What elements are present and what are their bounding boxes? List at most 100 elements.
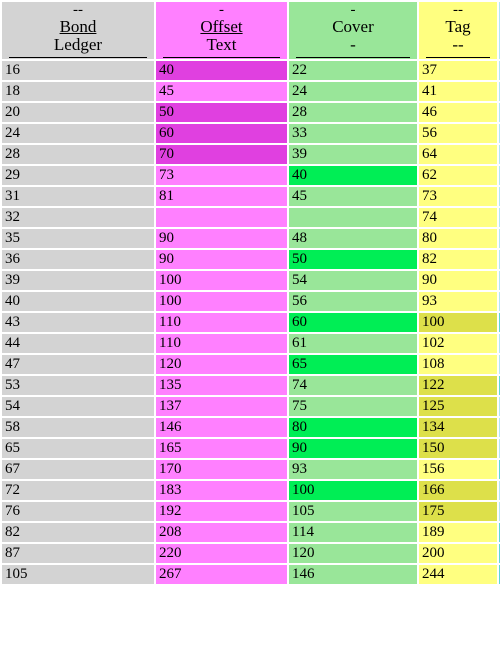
cell-offset: 100 — [156, 292, 287, 311]
cell-tag: 189 — [419, 523, 497, 542]
cell-tag: 200 — [419, 544, 497, 563]
cell-bond: 65 — [2, 439, 154, 458]
cell-offset: 165 — [156, 439, 287, 458]
cell-offset — [156, 208, 287, 227]
cell-cover: 39 — [289, 145, 417, 164]
column-header-subtitle: - — [350, 35, 356, 54]
cell-cover: 105 — [289, 502, 417, 521]
cell-cover: 50 — [289, 250, 417, 269]
cell-cover: 75 — [289, 397, 417, 416]
column-header-name: Cover — [332, 17, 374, 36]
cell-offset: 90 — [156, 229, 287, 248]
column-header-dash-top: -- — [453, 2, 463, 18]
column-header-subtitle: -- — [452, 35, 464, 54]
cell-offset: 146 — [156, 418, 287, 437]
cell-offset: 50 — [156, 103, 287, 122]
cell-tag: 37 — [419, 61, 497, 80]
cell-tag: 100 — [419, 313, 497, 332]
column-header-bond: -- Bond Ledger — [2, 2, 154, 59]
cell-tag: 108 — [419, 355, 497, 374]
cell-tag: 46 — [419, 103, 497, 122]
cell-bond: 18 — [2, 82, 154, 101]
table-row: 20502846423.8.00380.09775.2 gsm — [2, 103, 500, 122]
cell-tag: 122 — [419, 376, 497, 395]
table-row: 28703964585.8.00580.147105.35 gsm — [2, 145, 500, 164]
cell-bond: 105 — [2, 565, 154, 584]
table-row: 7218310016615011.0110.289270.9 gsm — [2, 481, 500, 500]
table-row: 24603356504.8.00480.1290.3 gsm — [2, 124, 500, 143]
table-row: 32 7467 120 gsm — [2, 208, 500, 227]
cell-offset: 110 — [156, 334, 287, 353]
table-row: 29734062606.00600.152109.11 gsm — [2, 166, 500, 185]
cell-bond: 16 — [2, 61, 154, 80]
cell-offset: 192 — [156, 502, 287, 521]
table-row: 391005490817.2.00720.183146.73 gsm — [2, 271, 500, 290]
cell-offset: 137 — [156, 397, 287, 416]
cell-cover: 146 — [289, 565, 417, 584]
table-row: 4712065108978.00780.198176.83 gsm — [2, 355, 500, 374]
cell-bond: 58 — [2, 418, 154, 437]
cell-cover: 114 — [289, 523, 417, 542]
header-row: --BondLedger-OffsetText-Cover---Tag---In… — [2, 2, 500, 59]
cell-bond: 43 — [2, 313, 154, 332]
cell-bond: 44 — [2, 334, 154, 353]
cell-tag: 62 — [419, 166, 497, 185]
table-row: 35904880746.2.00620.157131.68 gsm — [2, 229, 500, 248]
column-header-name: Bond — [59, 17, 97, 36]
table-row: 8722012020018015.0150.38312 gsm — [2, 544, 500, 563]
table-row: 401005693837.3.00730.185150.5 gsm — [2, 292, 500, 311]
table-row: 8220811418917014.0140.356308.52 gsm — [2, 523, 500, 542]
column-header-name: Offset — [200, 17, 243, 36]
cell-bond: 24 — [2, 124, 154, 143]
column-header-dash-top: -- — [73, 2, 83, 18]
cell-cover: 60 — [289, 313, 417, 332]
cell-tag: 74 — [419, 208, 497, 227]
cell-tag: 150 — [419, 439, 497, 458]
cell-cover: 120 — [289, 544, 417, 563]
cell-offset: 70 — [156, 145, 287, 164]
cell-offset: 40 — [156, 61, 287, 80]
cell-offset: 220 — [156, 544, 287, 563]
column-header-tag: -- Tag -- — [419, 2, 497, 59]
cell-bond: 40 — [2, 292, 154, 311]
table-row: 4411061102927.6.00760.193165.55 gsm — [2, 334, 500, 353]
table-row: 18452441373.6.00360.09267.72 gsm — [2, 82, 500, 101]
cell-bond: 39 — [2, 271, 154, 290]
cell-tag: 73 — [419, 187, 497, 206]
cell-offset: 267 — [156, 565, 287, 584]
column-header-name: Tag — [445, 17, 471, 36]
cell-tag: 125 — [419, 397, 497, 416]
cell-cover: 28 — [289, 103, 417, 122]
cell-cover: 54 — [289, 271, 417, 290]
column-header-rule — [296, 57, 410, 58]
cell-cover: 90 — [289, 439, 417, 458]
cell-bond: 31 — [2, 187, 154, 206]
column-header-dash-top: - — [219, 2, 224, 18]
column-header-subtitle: Text — [206, 35, 237, 54]
cell-tag: 134 — [419, 418, 497, 437]
cell-bond: 20 — [2, 103, 154, 122]
cell-bond: 87 — [2, 544, 154, 563]
paper-weight-comparison-table: --BondLedger-OffsetText-Cover---Tag---In… — [0, 0, 500, 586]
cell-cover: 56 — [289, 292, 417, 311]
cell-bond: 54 — [2, 397, 154, 416]
column-header-subtitle: Ledger — [53, 35, 103, 54]
cell-tag: 175 — [419, 502, 497, 521]
cell-offset: 135 — [156, 376, 287, 395]
cell-tag: 156 — [419, 460, 497, 479]
cell-tag: 41 — [419, 82, 497, 101]
cell-bond: 28 — [2, 145, 154, 164]
table-row: 54137751251139.0090.229203.17 gsm — [2, 397, 500, 416]
cell-bond: 53 — [2, 376, 154, 395]
cell-bond: 29 — [2, 166, 154, 185]
column-header-offset: - Offset Text — [156, 2, 287, 59]
table-row: 7619210517515813.0130.33285.95 gsm — [2, 502, 500, 521]
cell-cover: 80 — [289, 418, 417, 437]
cell-cover: 61 — [289, 334, 417, 353]
cell-tag: 64 — [419, 145, 497, 164]
cell-cover: 22 — [289, 61, 417, 80]
cell-offset: 100 — [156, 271, 287, 290]
cell-tag: 244 — [419, 565, 497, 584]
table-row: 10526714624422018.01750.445385.06 gsm — [2, 565, 500, 584]
cell-cover: 24 — [289, 82, 417, 101]
